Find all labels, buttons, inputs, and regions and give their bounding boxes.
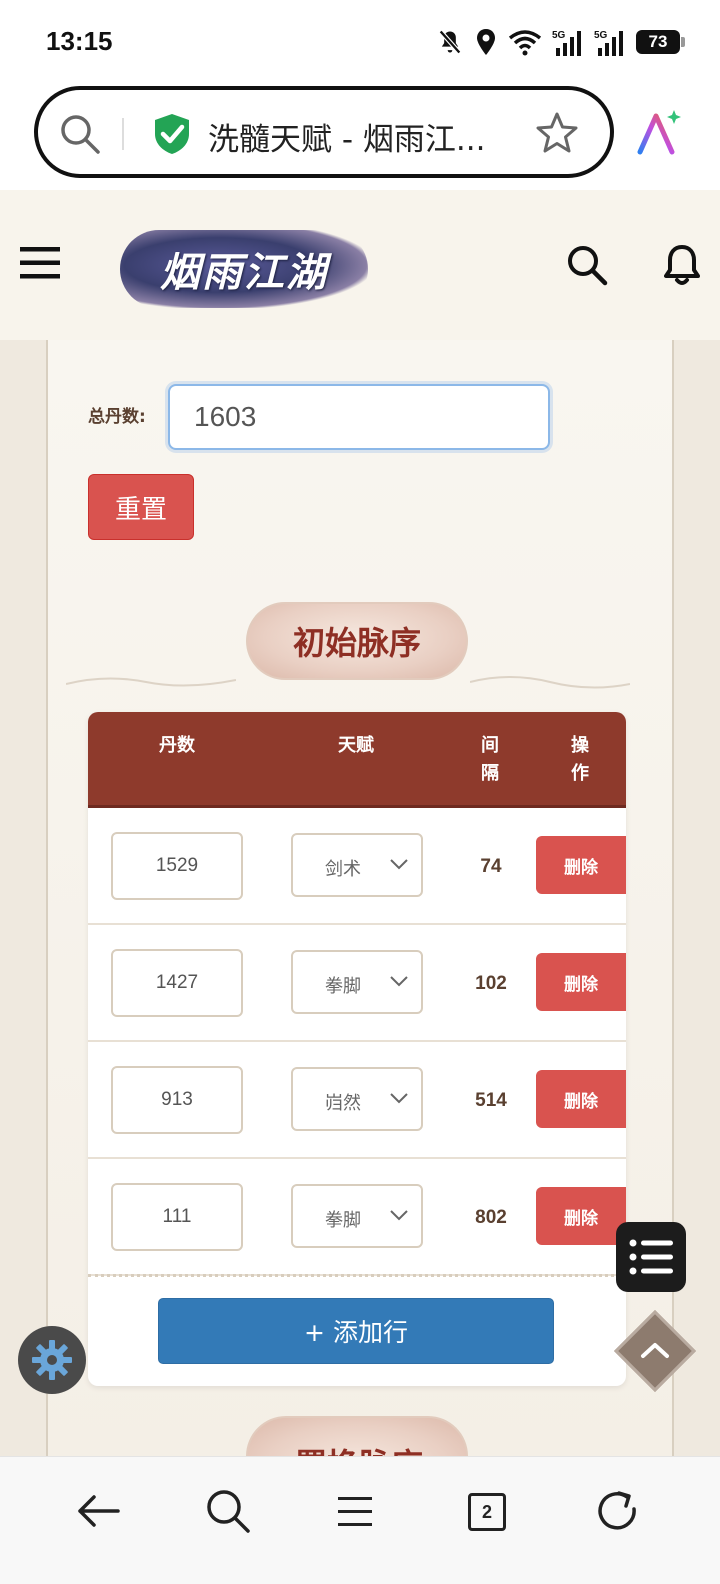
chevron-down-icon xyxy=(390,1210,408,1221)
svg-text:5G: 5G xyxy=(552,30,566,41)
star-icon[interactable] xyxy=(534,110,580,156)
wave-decoration-left xyxy=(66,677,236,687)
signal-icon-1: 5G xyxy=(552,30,581,56)
header-dan: 丹数 xyxy=(88,712,266,808)
back-arrow-icon[interactable] xyxy=(74,1487,122,1535)
talent-value: 剑术 xyxy=(325,859,361,880)
talent-select[interactable]: 拳脚 xyxy=(291,950,423,1014)
reset-button[interactable]: 重置 xyxy=(88,474,194,540)
chevron-down-icon xyxy=(390,976,408,987)
site-search-icon[interactable] xyxy=(566,244,608,286)
delete-button[interactable]: 删除 xyxy=(536,1070,626,1128)
browser-bottom-nav: 2 xyxy=(0,1456,720,1584)
talent-value: 拳脚 xyxy=(325,976,361,997)
status-bar: 13:15 5G 5G 73 xyxy=(0,0,720,82)
talent-select[interactable]: 剑术 xyxy=(291,833,423,897)
menu-icon[interactable] xyxy=(20,246,60,280)
header-dan-text: 丹数 xyxy=(159,735,195,756)
dan-input[interactable]: 111 xyxy=(111,1183,243,1251)
header-talent: 天赋 xyxy=(266,712,446,808)
svg-text:5G: 5G xyxy=(594,30,608,41)
dan-input[interactable]: 913 xyxy=(111,1066,243,1134)
header-action: 操 作 xyxy=(558,712,602,808)
notification-bell-icon[interactable] xyxy=(664,242,700,286)
talent-value: 岿然 xyxy=(325,1093,361,1114)
chevron-up-icon xyxy=(641,1343,669,1358)
pulse-table: 丹数 天赋 间 隔 操 作 1529 剑术 74 删除 1427 拳脚 102 … xyxy=(88,712,626,1386)
add-row-button[interactable]: + 添加行 xyxy=(158,1298,554,1364)
location-icon xyxy=(477,29,495,55)
gap-value: 102 xyxy=(475,972,507,994)
table-row: 1427 拳脚 102 删除 xyxy=(88,925,626,1042)
chevron-down-icon xyxy=(390,859,408,870)
section-title-initial: 初始脉序 xyxy=(246,602,468,680)
site-logo[interactable]: 烟雨江湖 xyxy=(120,230,368,308)
header-gap-line1: 间 xyxy=(481,735,499,756)
talent-select[interactable]: 拳脚 xyxy=(291,1184,423,1248)
signal-icon-2: 5G xyxy=(594,30,623,56)
header-gap: 间 隔 xyxy=(468,712,512,808)
total-dan-label: 总丹数: xyxy=(88,407,146,427)
header-action-line1: 操 xyxy=(571,735,589,756)
section-header-initial: 初始脉序 xyxy=(0,602,720,689)
refresh-icon[interactable] xyxy=(594,1487,642,1535)
header-action-line2: 作 xyxy=(571,763,589,784)
dan-value: 913 xyxy=(161,1089,193,1110)
list-icon xyxy=(629,1239,673,1275)
status-icons: 5G 5G 73 xyxy=(436,26,685,58)
talent-select[interactable]: 岿然 xyxy=(291,1067,423,1131)
settings-gear-icon[interactable] xyxy=(18,1326,86,1394)
battery-icon: 73 xyxy=(636,30,685,54)
dan-value: 1529 xyxy=(155,855,199,876)
table-header: 丹数 天赋 间 隔 操 作 xyxy=(88,712,626,808)
page-tab-title[interactable]: 洗髓天赋 - 烟雨江... xyxy=(208,114,508,159)
delete-button[interactable]: 删除 xyxy=(536,836,626,894)
table-row: 111 拳脚 802 删除 xyxy=(88,1159,626,1276)
talent-value: 拳脚 xyxy=(325,1210,361,1231)
tabs-count-icon[interactable]: 2 xyxy=(468,1493,506,1531)
address-divider xyxy=(122,118,124,150)
gap-value: 74 xyxy=(480,855,502,877)
browser-toolbar: 洗髓天赋 - 烟雨江... xyxy=(0,82,720,190)
total-dan-input[interactable]: 1603 xyxy=(168,384,550,450)
header-gap-line2: 隔 xyxy=(481,763,499,784)
total-dan-value: 1603 xyxy=(194,401,257,432)
logo-text: 烟雨江湖 xyxy=(160,249,328,296)
gap-value: 802 xyxy=(475,1206,507,1228)
table-footer-divider xyxy=(88,1274,626,1277)
dan-input[interactable]: 1529 xyxy=(111,832,243,900)
chevron-down-icon xyxy=(390,1093,408,1104)
dan-input[interactable]: 1427 xyxy=(111,949,243,1017)
shield-check-icon[interactable] xyxy=(152,112,192,156)
delete-button[interactable]: 删除 xyxy=(536,1187,626,1245)
ai-assistant-icon[interactable] xyxy=(636,108,682,156)
table-row: 913 岿然 514 删除 xyxy=(88,1042,626,1159)
table-of-contents-button[interactable] xyxy=(616,1222,686,1292)
delete-button[interactable]: 删除 xyxy=(536,953,626,1011)
dan-value: 111 xyxy=(162,1206,192,1227)
gear-icon xyxy=(32,1340,72,1380)
menu-icon[interactable] xyxy=(336,1487,376,1535)
header-talent-text: 天赋 xyxy=(338,735,374,756)
search-icon[interactable] xyxy=(58,112,102,156)
mute-bell-icon xyxy=(438,29,462,55)
site-header: 烟雨江湖 xyxy=(0,190,720,340)
search-icon[interactable] xyxy=(204,1487,252,1535)
address-bar[interactable]: 洗髓天赋 - 烟雨江... xyxy=(34,86,614,178)
dan-value: 1427 xyxy=(155,972,199,993)
table-row: 1529 剑术 74 删除 xyxy=(88,808,626,925)
wave-decoration-right xyxy=(470,676,630,689)
wifi-icon xyxy=(508,30,542,56)
status-time: 13:15 xyxy=(46,26,113,56)
gap-value: 514 xyxy=(475,1089,507,1111)
